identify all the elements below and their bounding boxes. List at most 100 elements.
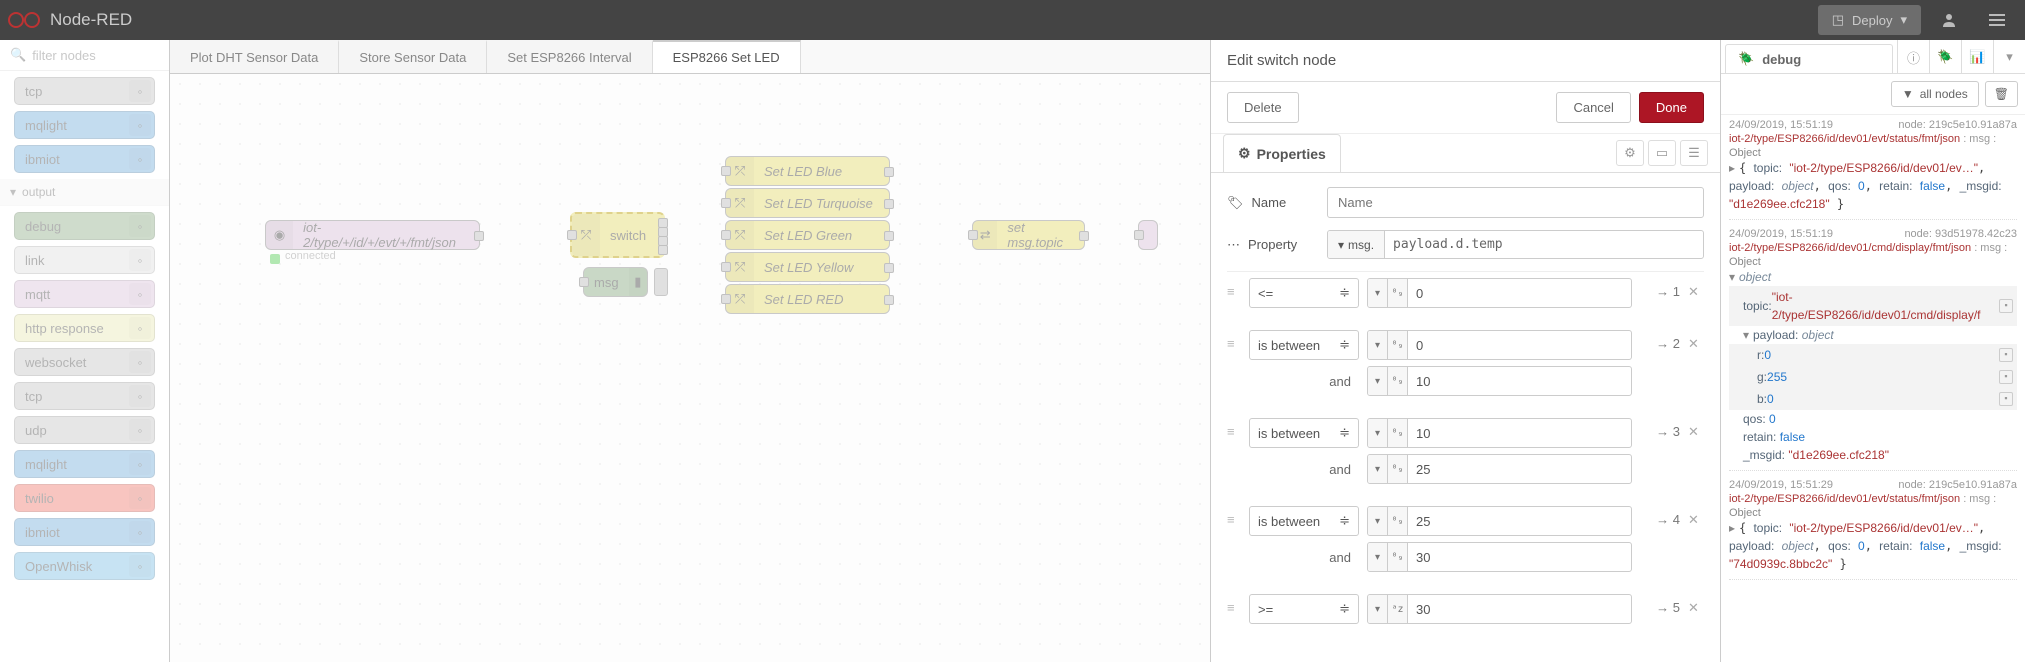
user-icon[interactable] <box>1929 0 1969 40</box>
edit-panel: Edit switch node Delete Cancel Done ⚙ Pr… <box>1210 40 1720 662</box>
rule-operator-select[interactable]: is between≑ <box>1249 506 1359 536</box>
tab-Plot-DHT-Sensor-Data[interactable]: Plot DHT Sensor Data <box>170 40 339 73</box>
drag-handle-icon[interactable]: ≡ <box>1227 418 1241 439</box>
palette: 🔍 tcp◦ mqlight◦ ibmiot◦ ▾ output debug◦ lin… <box>0 40 170 662</box>
rule-value-input[interactable]: ▾⁰₉10 <box>1367 418 1632 448</box>
property-input[interactable]: ▾msg. payload.d.temp <box>1327 230 1704 259</box>
palette-node-mqlight[interactable]: mqlight◦ <box>14 111 155 139</box>
flow-canvas[interactable]: ◉ iot-2/type/+/id/+/evt/+/fmt/json conne… <box>170 74 1210 662</box>
node-icon: ◦ <box>129 385 151 407</box>
palette-node-http-response[interactable]: http response◦ <box>14 314 155 342</box>
chart-button[interactable]: 📊 <box>1961 40 1993 74</box>
rule-output-label: → 2 <box>1640 330 1680 351</box>
debug-message[interactable]: 24/09/2019, 15:51:19node: 93d51978.42c23… <box>1729 228 2017 471</box>
node-icon: ◦ <box>129 555 151 577</box>
rule-row: ≡ <=≑ ▾⁰₉0 → 1 ✕ <box>1227 272 1704 314</box>
node-icon: ◦ <box>129 419 151 441</box>
palette-node-debug[interactable]: debug◦ <box>14 212 155 240</box>
delete-rule-icon[interactable]: ✕ <box>1688 418 1704 440</box>
rule-value2-input[interactable]: ▾⁰₉10 <box>1367 366 1632 396</box>
logo: Node-RED <box>8 10 132 30</box>
tag-icon: 🏷 <box>1227 195 1244 211</box>
drag-handle-icon[interactable]: ≡ <box>1227 330 1241 351</box>
delete-rule-icon[interactable]: ✕ <box>1688 594 1704 616</box>
copy-icon-button[interactable]: ▭ <box>1648 140 1676 166</box>
app-title: Node-RED <box>50 10 132 30</box>
debug-panel: 🪲 debug ⓘ 🪲 📊 ▾ ▼ all nodes 🗑 24/09/2019… <box>1720 40 2025 662</box>
node-icon: ◦ <box>129 317 151 339</box>
tab-Set-ESP8266-Interval[interactable]: Set ESP8266 Interval <box>487 40 652 73</box>
debug-button[interactable]: 🪲 <box>1929 40 1961 74</box>
pin-icon[interactable]: ▪ <box>1999 370 2013 384</box>
rule-operator-select[interactable]: is between≑ <box>1249 330 1359 360</box>
palette-node-ibmiot[interactable]: ibmiot◦ <box>14 518 155 546</box>
tab-debug[interactable]: 🪲 debug <box>1725 44 1893 73</box>
clear-button[interactable]: 🗑 <box>1985 81 2018 107</box>
drag-handle-icon[interactable]: ≡ <box>1227 278 1241 299</box>
palette-node-udp[interactable]: udp◦ <box>14 416 155 444</box>
debug-message[interactable]: 24/09/2019, 15:51:19node: 219c5e10.91a87… <box>1729 119 2017 220</box>
rule-value2-input[interactable]: ▾⁰₉30 <box>1367 542 1632 572</box>
palette-node-OpenWhisk[interactable]: OpenWhisk◦ <box>14 552 155 580</box>
tab-properties[interactable]: ⚙ Properties <box>1223 134 1341 172</box>
top-bar: Node-RED ◳ Deploy ▾ <box>0 0 2025 40</box>
rule-value-input[interactable]: ▾⁰₉0 <box>1367 330 1632 360</box>
delete-rule-icon[interactable]: ✕ <box>1688 278 1704 300</box>
delete-rule-icon[interactable]: ✕ <box>1688 506 1704 528</box>
node-icon: ◦ <box>129 487 151 509</box>
filter-button[interactable]: ▼ all nodes <box>1891 81 1979 107</box>
node-icon: ◦ <box>129 521 151 543</box>
rule-operator-select[interactable]: >=≑ <box>1249 594 1359 624</box>
menu-icon[interactable] <box>1977 0 2017 40</box>
palette-node-twilio[interactable]: twilio◦ <box>14 484 155 512</box>
delete-rule-icon[interactable]: ✕ <box>1688 330 1704 352</box>
debug-messages[interactable]: 24/09/2019, 15:51:19node: 219c5e10.91a87… <box>1721 115 2025 662</box>
search-input[interactable] <box>32 48 170 63</box>
cancel-button[interactable]: Cancel <box>1556 92 1630 123</box>
rule-output-label: → 1 <box>1640 278 1680 299</box>
palette-node-mqlight[interactable]: mqlight◦ <box>14 450 155 478</box>
settings-icon-button[interactable]: ⚙ <box>1616 140 1644 166</box>
logo-icon <box>8 12 40 28</box>
rule-value-input[interactable]: ▾⁰₉0 <box>1367 278 1632 308</box>
info-button[interactable]: ⓘ <box>1897 40 1929 74</box>
palette-node-mqtt[interactable]: mqtt◦ <box>14 280 155 308</box>
rule-operator-select[interactable]: is between≑ <box>1249 418 1359 448</box>
tab-Store-Sensor-Data[interactable]: Store Sensor Data <box>339 40 487 73</box>
rule-row: ≡ is between≑ ▾⁰₉0 and ▾⁰₉10 → 2 ✕ <box>1227 324 1704 402</box>
node-icon: ◦ <box>129 351 151 373</box>
deploy-button[interactable]: ◳ Deploy ▾ <box>1818 5 1921 35</box>
debug-message[interactable]: 24/09/2019, 15:51:29node: 219c5e10.91a87… <box>1729 479 2017 580</box>
filter-icon: ▼ <box>1902 87 1914 101</box>
palette-node-link[interactable]: link◦ <box>14 246 155 274</box>
palette-node-tcp[interactable]: tcp◦ <box>14 77 155 105</box>
tab-ESP8266-Set-LED[interactable]: ESP8266 Set LED <box>653 40 801 73</box>
category-output[interactable]: ▾ output <box>0 179 169 206</box>
palette-node-tcp[interactable]: tcp◦ <box>14 382 155 410</box>
rule-row: ≡ is between≑ ▾⁰₉25 and ▾⁰₉30 → 4 ✕ <box>1227 500 1704 578</box>
node-icon: ◦ <box>129 215 151 237</box>
workspace: Plot DHT Sensor DataStore Sensor DataSet… <box>170 40 1210 662</box>
pin-icon[interactable]: ▪ <box>1999 299 2013 313</box>
edit-title: Edit switch node <box>1211 40 1720 82</box>
rule-value-input[interactable]: ▾ᵃz30 <box>1367 594 1632 624</box>
pin-icon[interactable]: ▪ <box>1999 392 2013 406</box>
pin-icon[interactable]: ▪ <box>1999 348 2013 362</box>
drag-handle-icon[interactable]: ≡ <box>1227 594 1241 615</box>
palette-node-ibmiot[interactable]: ibmiot◦ <box>14 145 155 173</box>
rule-value2-input[interactable]: ▾⁰₉25 <box>1367 454 1632 484</box>
drag-handle-icon[interactable]: ≡ <box>1227 506 1241 527</box>
info-icon-button[interactable]: ☰ <box>1680 140 1708 166</box>
gear-icon: ⚙ <box>1238 145 1251 162</box>
chevron-down-icon[interactable]: ▾ <box>1993 40 2025 74</box>
rule-operator-select[interactable]: <=≑ <box>1249 278 1359 308</box>
chevron-down-icon: ▾ <box>10 185 16 199</box>
delete-button[interactable]: Delete <box>1227 92 1299 123</box>
palette-search[interactable]: 🔍 <box>0 40 169 71</box>
done-button[interactable]: Done <box>1639 92 1704 123</box>
name-input[interactable] <box>1327 187 1704 218</box>
node-icon: ◦ <box>129 148 151 170</box>
palette-node-websocket[interactable]: websocket◦ <box>14 348 155 376</box>
rule-row: ≡ >=≑ ▾ᵃz30 → 5 ✕ <box>1227 588 1704 630</box>
rule-value-input[interactable]: ▾⁰₉25 <box>1367 506 1632 536</box>
